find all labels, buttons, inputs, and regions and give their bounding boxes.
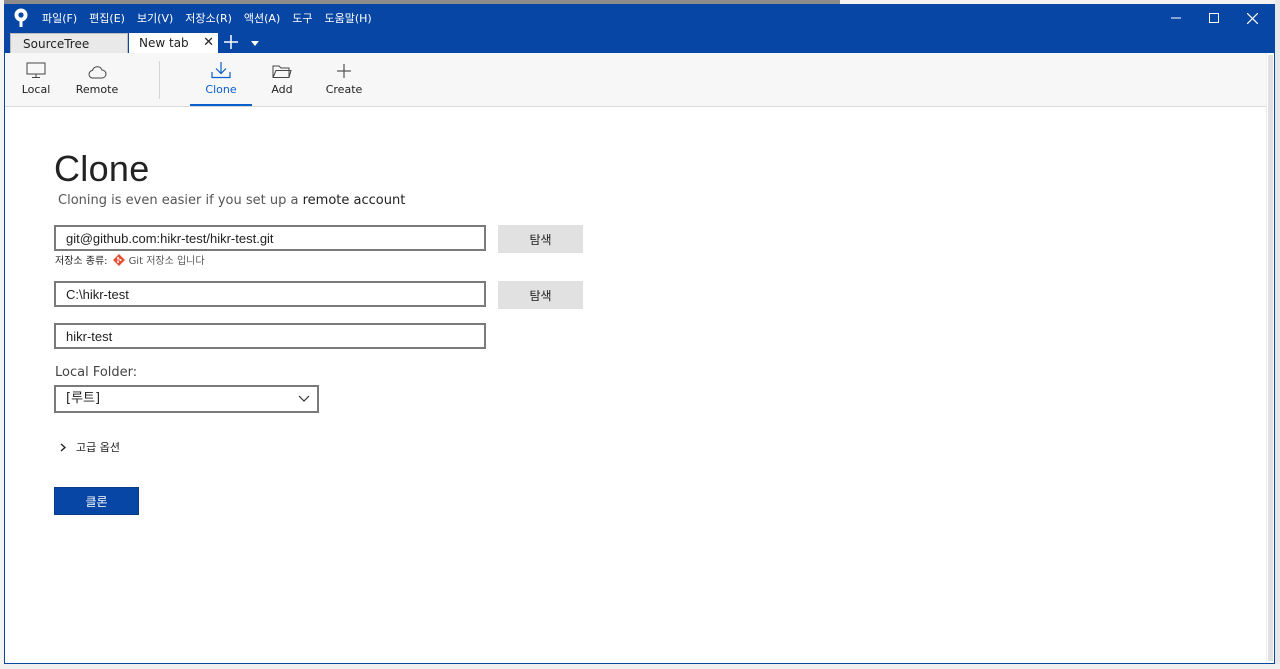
clone-button[interactable]: 클론 (54, 487, 139, 515)
download-icon (211, 62, 231, 79)
toolbar-create-label: Create (325, 83, 363, 96)
sourcetree-window: 파일(F) 편집(E) 보기(V) 저장소(R) 액션(A) 도구 도움말(H)… (4, 4, 1275, 664)
background-right (1275, 0, 1280, 669)
menu-tools[interactable]: 도구 (292, 10, 312, 26)
toolbar-clone-label: Clone (205, 83, 237, 96)
toolbar-local[interactable]: Local (17, 53, 55, 107)
subtitle-text: Cloning is even easier if you set up a (58, 193, 299, 208)
sourcetree-logo-icon (14, 8, 28, 27)
toolbar-remote-label: Remote (75, 83, 119, 96)
repo-name-input[interactable] (54, 323, 486, 349)
toolbar-create[interactable]: Create (323, 53, 365, 107)
folder-icon (272, 65, 292, 78)
destination-path-input[interactable] (54, 281, 486, 307)
browse-source-button[interactable]: 탐색 (498, 225, 583, 253)
toolbar-remote[interactable]: Remote (75, 53, 119, 107)
menu-file[interactable]: 파일(F) (42, 10, 77, 26)
source-url-input[interactable] (54, 225, 486, 251)
maximize-button[interactable] (1195, 5, 1233, 31)
vertical-scrollbar[interactable] (1266, 53, 1274, 663)
plus-icon (224, 35, 238, 49)
toolbar-separator (159, 61, 160, 99)
caret-down-icon (251, 41, 259, 46)
chevron-right-icon (60, 442, 66, 452)
tab-label: SourceTree (23, 37, 90, 51)
monitor-icon (26, 62, 46, 78)
close-tab-icon[interactable]: ✕ (203, 33, 214, 53)
repo-type-value: Git 저장소 입니다 (128, 256, 205, 267)
menu-edit[interactable]: 편집(E) (89, 10, 125, 26)
repo-type-label: 저장소 종류: (55, 256, 108, 267)
local-folder-label: Local Folder: (55, 365, 138, 380)
close-icon (1246, 12, 1258, 24)
tab-dropdown-button[interactable] (249, 33, 261, 53)
remote-account-link[interactable]: remote account (303, 193, 406, 208)
tab-sourcetree[interactable]: SourceTree (10, 33, 128, 53)
advanced-options-label: 고급 옵션 (76, 441, 120, 454)
toolbar-add[interactable]: Add (263, 53, 301, 107)
local-folder-select[interactable]: [루트] (54, 385, 319, 413)
chevron-down-icon (298, 395, 310, 402)
menu-repository[interactable]: 저장소(R) (185, 10, 232, 26)
tab-bar: SourceTree New tab ✕ (5, 31, 1274, 53)
menu-help[interactable]: 도움말(H) (325, 10, 372, 26)
cloud-icon (88, 66, 107, 79)
minimize-icon (1171, 17, 1181, 19)
menu-view[interactable]: 보기(V) (137, 10, 173, 26)
page-title: Clone (54, 148, 150, 189)
plus-icon (337, 64, 351, 78)
toolbar-local-label: Local (21, 83, 51, 96)
toolbar-clone[interactable]: Clone (190, 53, 252, 107)
add-tab-button[interactable] (222, 32, 240, 52)
local-folder-value: [루트] (66, 391, 101, 406)
tab-label: New tab (139, 36, 189, 50)
browse-destination-button[interactable]: 탐색 (498, 281, 583, 309)
toolbar: Local Remote Clone Add Create (5, 53, 1274, 107)
menu-bar: 파일(F) 편집(E) 보기(V) 저장소(R) 액션(A) 도구 도움말(H) (42, 5, 384, 31)
advanced-options-toggle[interactable]: 고급 옵션 (60, 439, 120, 455)
background-bottom (0, 664, 1280, 669)
git-icon (112, 253, 125, 266)
page-subtitle: Cloning is even easier if you set up a r… (58, 193, 405, 208)
close-window-button[interactable] (1233, 5, 1271, 31)
toolbar-add-label: Add (271, 83, 293, 96)
tab-new-tab[interactable]: New tab ✕ (129, 33, 218, 53)
menu-actions[interactable]: 액션(A) (244, 10, 280, 26)
scrollbar-thumb[interactable] (1268, 55, 1273, 661)
repo-type-info: 저장소 종류: Git 저장소 입니다 (55, 252, 205, 267)
title-bar: 파일(F) 편집(E) 보기(V) 저장소(R) 액션(A) 도구 도움말(H) (5, 5, 1274, 31)
maximize-icon (1209, 13, 1219, 23)
minimize-button[interactable] (1157, 5, 1195, 31)
